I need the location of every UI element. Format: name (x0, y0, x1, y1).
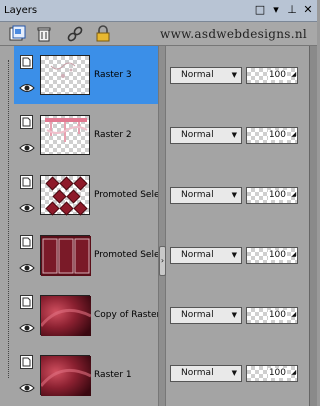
watermark-text: www.asdwebdesigns.nl (160, 27, 307, 41)
opacity-field[interactable]: 100 ◢ (246, 365, 298, 382)
layer-controls: Normal ▼ 100 ◢ (166, 307, 317, 327)
opacity-value: 100 (267, 190, 287, 200)
layer-group-toggle-icon[interactable] (20, 355, 33, 369)
blend-mode-dropdown[interactable]: Normal ▼ (170, 365, 242, 382)
blend-mode-dropdown[interactable]: Normal ▼ (170, 307, 242, 324)
blend-mode-value: Normal (181, 310, 214, 320)
opacity-field[interactable]: 100 ◢ (246, 67, 298, 84)
layer-controls: Normal ▼ 100 ◢ (166, 187, 317, 207)
resize-corner-icon: ◢ (291, 251, 296, 258)
dropdown-arrow-icon: ▼ (231, 369, 237, 377)
panel-title: Layers (4, 5, 38, 16)
layer-row[interactable]: Raster 3 (0, 46, 158, 104)
layer-thumbnail[interactable] (40, 55, 90, 95)
resize-corner-icon: ◢ (291, 191, 296, 198)
splitter-grip-icon[interactable]: › (159, 246, 166, 276)
new-layer-icon[interactable] (8, 25, 26, 43)
opacity-field[interactable]: 100 ◢ (246, 187, 298, 204)
layer-controls: Normal ▼ 100 ◢ (166, 365, 317, 385)
resize-corner-icon: ◢ (291, 311, 296, 318)
maximize-icon[interactable]: □ (253, 3, 267, 17)
layer-thumbnail[interactable] (40, 115, 90, 155)
visibility-eye-icon[interactable] (19, 383, 35, 393)
layer-group-toggle-icon[interactable] (20, 115, 33, 129)
link-icon[interactable] (66, 25, 84, 43)
opacity-value: 100 (267, 310, 287, 320)
blend-mode-value: Normal (181, 250, 214, 260)
layer-controls: Normal ▼ 100 ◢ (166, 127, 317, 147)
layers-titlebar: Layers □ ▾ ⊥ ✕ (0, 0, 317, 22)
layer-controls: Normal ▼ 100 ◢ (166, 247, 317, 267)
blend-mode-dropdown[interactable]: Normal ▼ (170, 247, 242, 264)
layer-thumbnail[interactable] (40, 175, 90, 216)
layer-thumbnail[interactable] (40, 235, 91, 276)
blend-mode-dropdown[interactable]: Normal ▼ (170, 187, 242, 204)
opacity-field[interactable]: 100 ◢ (246, 307, 298, 324)
dropdown-arrow-icon: ▼ (231, 311, 237, 319)
layer-name[interactable]: Promoted Selection (94, 190, 158, 200)
layer-row[interactable]: Promoted Selection (0, 166, 158, 224)
blend-mode-dropdown[interactable]: Normal ▼ (170, 127, 242, 144)
layer-name[interactable]: Raster 1 (94, 370, 158, 380)
layer-name[interactable]: Promoted Selection (94, 250, 158, 260)
layer-name[interactable]: Raster 2 (94, 130, 158, 140)
visibility-eye-icon[interactable] (19, 83, 35, 93)
layer-group-toggle-icon[interactable] (20, 55, 33, 69)
dropdown-arrow-icon: ▼ (231, 131, 237, 139)
opacity-value: 100 (267, 130, 287, 140)
close-icon[interactable]: ✕ (301, 3, 315, 17)
opacity-value: 100 (267, 70, 287, 80)
pin-icon[interactable]: ⊥ (285, 3, 299, 17)
dropdown-arrow-icon: ▼ (231, 71, 237, 79)
blend-mode-value: Normal (181, 70, 214, 80)
layer-row[interactable]: Raster 1 (0, 346, 158, 404)
visibility-eye-icon[interactable] (19, 323, 35, 333)
visibility-eye-icon[interactable] (19, 203, 35, 213)
vertical-scrollbar[interactable] (309, 46, 317, 406)
layer-row[interactable]: Raster 2 (0, 106, 158, 164)
layer-properties (166, 46, 317, 406)
opacity-value: 100 (267, 250, 287, 260)
resize-corner-icon: ◢ (291, 369, 296, 376)
dropdown-arrow-icon: ▼ (231, 251, 237, 259)
dropdown-arrow-icon: ▼ (231, 191, 237, 199)
layer-thumbnail[interactable] (39, 355, 92, 396)
layer-name[interactable]: Copy of Raster 1 (94, 310, 158, 320)
layer-name[interactable]: Raster 3 (94, 70, 158, 80)
blend-mode-value: Normal (181, 190, 214, 200)
resize-corner-icon: ◢ (291, 131, 296, 138)
blend-mode-value: Normal (181, 368, 214, 378)
layer-group-toggle-icon[interactable] (20, 175, 33, 189)
trash-icon[interactable] (35, 25, 53, 43)
layer-thumbnail[interactable] (39, 295, 92, 336)
resize-corner-icon: ◢ (291, 71, 296, 78)
layer-controls: Normal ▼ 100 ◢ (166, 67, 317, 87)
layer-group-toggle-icon[interactable] (20, 295, 33, 309)
visibility-eye-icon[interactable] (19, 263, 35, 273)
layer-row[interactable]: Promoted Selection (0, 226, 158, 284)
visibility-eye-icon[interactable] (19, 143, 35, 153)
opacity-field[interactable]: 100 ◢ (246, 127, 298, 144)
blend-mode-value: Normal (181, 130, 214, 140)
pane-splitter[interactable]: › (158, 46, 166, 406)
opacity-value: 100 (267, 368, 287, 378)
opacity-field[interactable]: 100 ◢ (246, 247, 298, 264)
menu-dropdown-icon[interactable]: ▾ (269, 3, 283, 17)
lock-icon[interactable] (94, 25, 112, 43)
layer-row[interactable]: Copy of Raster 1 (0, 286, 158, 344)
layer-group-toggle-icon[interactable] (20, 235, 33, 249)
blend-mode-dropdown[interactable]: Normal ▼ (170, 67, 242, 84)
